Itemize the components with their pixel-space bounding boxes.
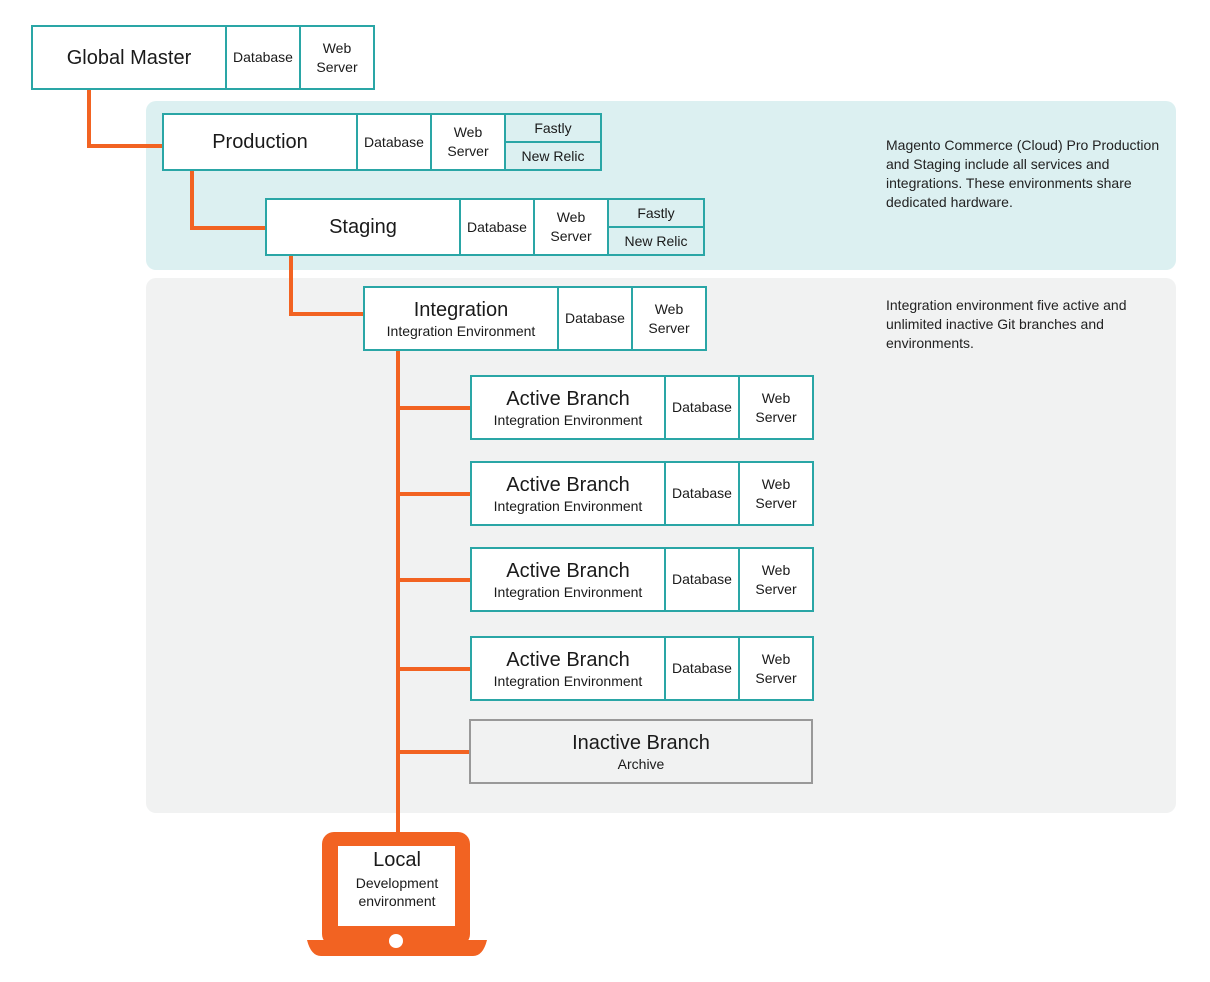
database-cell: Database: [664, 375, 740, 440]
active-branch-subtitle: Integration Environment: [493, 583, 643, 600]
inactive-branch-cell: Inactive Branch Archive: [469, 719, 813, 784]
new-relic-cell: New Relic: [504, 141, 602, 171]
inactive-branch-node: Inactive Branch Archive: [469, 719, 813, 784]
local-subtitle: Development environment: [355, 875, 439, 909]
new-relic-label: New Relic: [624, 233, 688, 249]
web-server-cell: Web Server: [738, 461, 814, 526]
active-branch-node: Active Branch Integration Environment Da…: [470, 375, 814, 440]
fastly-cell: Fastly: [504, 113, 602, 143]
active-branch-title-cell: Active Branch Integration Environment: [470, 636, 666, 701]
integrations-stack: Fastly New Relic: [607, 198, 705, 256]
active-branch-title-cell: Active Branch Integration Environment: [470, 547, 666, 612]
branch-connector: [396, 578, 472, 582]
database-label: Database: [672, 399, 732, 415]
database-cell: Database: [664, 636, 740, 701]
database-label: Database: [364, 133, 424, 150]
web-server-cell: Web Server: [533, 198, 609, 256]
database-label: Database: [672, 660, 732, 676]
web-server-cell: Web Server: [738, 636, 814, 701]
integration-trunk: [396, 350, 400, 833]
integration-node: Integration Integration Environment Data…: [363, 286, 707, 351]
integration-title: Integration: [413, 298, 509, 321]
database-cell: Database: [459, 198, 535, 256]
production-title-cell: Production: [162, 113, 358, 171]
database-cell: Database: [664, 547, 740, 612]
active-branch-node: Active Branch Integration Environment Da…: [470, 636, 814, 701]
database-label: Database: [233, 49, 293, 65]
connector-staging-integration-h: [289, 312, 365, 316]
web-server-label: Web Server: [755, 561, 797, 597]
connector-master-production: [87, 89, 91, 148]
staging-title: Staging: [329, 216, 397, 238]
database-label: Database: [672, 571, 732, 587]
active-branch-title: Active Branch: [506, 473, 630, 496]
connector-staging-integration: [289, 255, 293, 316]
branch-connector: [396, 406, 472, 410]
connector-production-staging-h: [190, 226, 267, 230]
active-branch-node: Active Branch Integration Environment Da…: [470, 461, 814, 526]
database-cell: Database: [356, 113, 432, 171]
web-server-label: Web Server: [447, 124, 489, 159]
database-label: Database: [565, 310, 625, 326]
branch-connector: [396, 492, 472, 496]
active-branch-title: Active Branch: [506, 559, 630, 582]
branch-connector: [396, 667, 472, 671]
staging-title-cell: Staging: [265, 198, 461, 256]
branch-connector: [396, 750, 472, 754]
web-server-cell: Web Server: [430, 113, 506, 171]
database-cell: Database: [664, 461, 740, 526]
pro-note: Magento Commerce (Cloud) Pro Production …: [886, 137, 1160, 210]
web-server-label: Web Server: [316, 39, 358, 75]
active-branch-subtitle: Integration Environment: [493, 672, 643, 689]
new-relic-cell: New Relic: [607, 226, 705, 256]
database-label: Database: [672, 485, 732, 501]
integration-note: Integration environment five active and …: [886, 297, 1127, 351]
integration-title-cell: Integration Integration Environment: [363, 286, 559, 351]
web-server-label: Web Server: [648, 300, 690, 336]
database-cell: Database: [557, 286, 633, 351]
production-title: Production: [212, 131, 308, 153]
connector-master-production-h: [87, 144, 164, 148]
inactive-branch-subtitle: Archive: [617, 755, 665, 772]
web-server-label: Web Server: [755, 389, 797, 425]
active-branch-subtitle: Integration Environment: [493, 411, 643, 428]
web-server-cell: Web Server: [738, 375, 814, 440]
global-master-title-cell: Global Master: [31, 25, 227, 90]
web-server-label: Web Server: [755, 475, 797, 511]
database-label: Database: [467, 218, 527, 235]
web-server-label: Web Server: [550, 209, 592, 244]
active-branch-subtitle: Integration Environment: [493, 497, 643, 514]
web-server-cell: Web Server: [631, 286, 707, 351]
local-title: Local: [373, 849, 421, 871]
web-server-cell: Web Server: [299, 25, 375, 90]
fastly-label: Fastly: [637, 205, 675, 221]
staging-node: Staging Database Web Server Fastly New R…: [265, 198, 705, 256]
integrations-stack: Fastly New Relic: [504, 113, 602, 171]
production-node: Production Database Web Server Fastly Ne…: [162, 113, 602, 171]
active-branch-node: Active Branch Integration Environment Da…: [470, 547, 814, 612]
active-branch-title: Active Branch: [506, 648, 630, 671]
active-branch-title: Active Branch: [506, 387, 630, 410]
fastly-cell: Fastly: [607, 198, 705, 228]
integration-subtitle: Integration Environment: [386, 322, 536, 339]
global-master-node: Global Master Database Web Server: [31, 25, 375, 90]
active-branch-title-cell: Active Branch Integration Environment: [470, 375, 666, 440]
fastly-label: Fastly: [534, 120, 572, 136]
global-master-title: Global Master: [66, 46, 192, 69]
new-relic-label: New Relic: [521, 148, 585, 164]
web-server-label: Web Server: [755, 650, 797, 686]
local-label-group: Local Development environment: [338, 848, 456, 910]
active-branch-title-cell: Active Branch Integration Environment: [470, 461, 666, 526]
web-server-cell: Web Server: [738, 547, 814, 612]
inactive-branch-title: Inactive Branch: [572, 731, 710, 754]
connector-production-staging: [190, 170, 194, 230]
database-cell: Database: [225, 25, 301, 90]
